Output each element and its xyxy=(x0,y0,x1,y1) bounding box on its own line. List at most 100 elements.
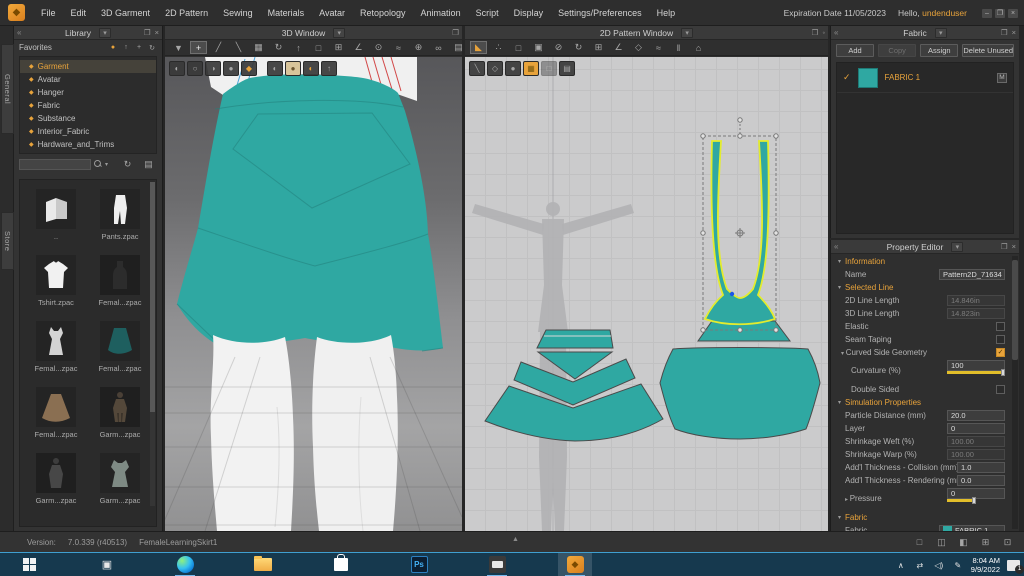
taskbar-clock[interactable]: 8:04 AM9/9/2022 xyxy=(971,556,1000,574)
garment-fabric-icon[interactable]: ◆ xyxy=(241,61,257,76)
add-button[interactable]: Add xyxy=(836,44,874,57)
shrinkage-weft-input[interactable]: 100.00 xyxy=(947,436,1005,447)
list-item[interactable]: .. xyxy=(24,189,88,241)
thickness-collision-input[interactable]: 1.0 xyxy=(957,462,1005,473)
menu-item-12[interactable]: Help xyxy=(657,8,676,18)
list-item[interactable]: Femal...zpac xyxy=(24,321,88,373)
tab-general[interactable]: General xyxy=(1,44,14,134)
task-view-button[interactable]: ▣ xyxy=(90,553,124,576)
screen-app-icon[interactable] xyxy=(480,553,514,576)
fold-tool-icon[interactable]: ↻ xyxy=(570,41,587,54)
prop-float-icon[interactable]: ❐ xyxy=(1001,242,1008,251)
section-information[interactable]: ▾Information xyxy=(831,255,1011,268)
layout-mix-icon[interactable]: ◧ xyxy=(955,536,972,549)
favorite-avatar[interactable]: Avatar xyxy=(20,73,156,86)
restore-button[interactable]: ❐ xyxy=(995,9,1005,18)
start-button[interactable] xyxy=(12,553,46,576)
favorite-garment[interactable]: Garment xyxy=(20,60,156,73)
particle-distance-input[interactable]: 20.0 xyxy=(947,410,1005,421)
menu-item-11[interactable]: Settings/Preferences xyxy=(558,8,642,18)
shrinkage-warp-input[interactable]: 100.00 xyxy=(947,449,1005,460)
search-icon[interactable] xyxy=(94,160,102,168)
refresh-library-icon[interactable]: ↻ xyxy=(119,158,136,171)
search-options-icon[interactable]: ▾ xyxy=(105,161,108,168)
avatar-texture-icon[interactable]: ◐ xyxy=(303,61,319,76)
menu-item-6[interactable]: Avatar xyxy=(319,8,345,18)
2d-window-dropdown-icon[interactable]: ▾ xyxy=(681,28,693,38)
copy-button[interactable]: Copy xyxy=(878,44,916,57)
file-explorer-icon[interactable] xyxy=(246,553,280,576)
store-app-icon[interactable] xyxy=(324,553,358,576)
collapse-bottom-icon[interactable]: ▲ xyxy=(512,536,519,543)
library-scrollbar[interactable] xyxy=(150,182,155,506)
select-move-icon[interactable]: + xyxy=(190,41,207,54)
back-skirt-patterns[interactable] xyxy=(660,321,820,439)
fabric-dropdown-icon[interactable]: ▾ xyxy=(935,28,947,38)
list-item[interactable]: Femal...zpac xyxy=(88,321,152,373)
favorite-substance[interactable]: Substance xyxy=(20,112,156,125)
move-avatar-icon[interactable]: ↑ xyxy=(290,41,307,54)
edit-texture-icon[interactable]: ╲ xyxy=(469,61,485,76)
mesh-select-icon[interactable]: ▦ xyxy=(250,41,267,54)
steam-tool-icon[interactable]: ≈ xyxy=(390,41,407,54)
grid-arrange-icon[interactable]: ⊞ xyxy=(330,41,347,54)
layer-input[interactable]: 0 xyxy=(947,423,1005,434)
curved-side-checkbox[interactable]: ✓ xyxy=(996,348,1005,357)
tab-store[interactable]: Store xyxy=(1,212,14,270)
list-item[interactable]: Tshirt.zpac xyxy=(24,255,88,307)
delete-unused-button[interactable]: Delete Unused xyxy=(962,44,1014,57)
curvature-input[interactable]: 100 xyxy=(947,360,1005,371)
transform-pattern-icon[interactable]: ◣ xyxy=(470,41,487,54)
fabric-swatch[interactable] xyxy=(858,68,878,88)
list-item[interactable]: Garm...zpac xyxy=(24,453,88,505)
list-item[interactable]: Pants.zpac xyxy=(88,189,152,241)
seam-tool-icon[interactable]: ≈ xyxy=(650,41,667,54)
show-avatar-icon[interactable]: ● xyxy=(285,61,301,76)
elastic-checkbox[interactable] xyxy=(996,322,1005,331)
list-item[interactable]: Femal...zpac xyxy=(24,387,88,439)
close-button[interactable]: × xyxy=(1008,9,1018,18)
snapshot-icon[interactable]: ⊡ xyxy=(999,536,1016,549)
prop-close-icon[interactable]: × xyxy=(1012,242,1016,251)
favorite-interior-fabric[interactable]: Interior_Fabric xyxy=(20,125,156,138)
garment-mesh-icon[interactable]: ◑ xyxy=(205,61,221,76)
search-input[interactable] xyxy=(19,159,91,170)
garment-dark-icon[interactable]: ● xyxy=(223,61,239,76)
pen-icon[interactable]: ✎ xyxy=(952,559,964,572)
3d-window-dropdown-icon[interactable]: ▾ xyxy=(333,28,345,38)
library-dropdown-icon[interactable]: ▾ xyxy=(99,28,111,38)
menu-item-5[interactable]: Materials xyxy=(268,8,305,18)
minimize-button[interactable]: – xyxy=(982,9,992,18)
dart-overlay-icon[interactable]: ◇ xyxy=(487,61,503,76)
tack-tool-icon[interactable]: ⊙ xyxy=(370,41,387,54)
section-fabric[interactable]: ▾Fabric xyxy=(831,511,1011,524)
garment-thick-icon[interactable]: ◐ xyxy=(169,61,185,76)
2d-pin-icon[interactable]: ◦ xyxy=(822,28,825,37)
texture-dark-icon[interactable]: ● xyxy=(505,61,521,76)
double-sided-checkbox[interactable] xyxy=(996,385,1005,394)
pin-tool-icon[interactable]: ╲ xyxy=(230,41,247,54)
menu-item-3[interactable]: 2D Pattern xyxy=(165,8,208,18)
list-item[interactable]: Garm...zpac xyxy=(88,453,152,505)
menu-item-1[interactable]: Edit xyxy=(71,8,87,18)
3d-viewport[interactable]: ◐○◑●◆ ◐●◐↑ xyxy=(165,57,462,531)
baseline-icon[interactable]: □ xyxy=(541,61,557,76)
rectangle-tool-icon[interactable]: ▣ xyxy=(530,41,547,54)
collapse-prop-icon[interactable]: « xyxy=(834,242,838,251)
simulate-icon[interactable]: ▼ xyxy=(170,41,187,54)
front-skirt-patterns[interactable] xyxy=(485,330,663,441)
menu-item-8[interactable]: Animation xyxy=(421,8,461,18)
fabric-float-icon[interactable]: ❐ xyxy=(1001,28,1008,37)
menu-item-7[interactable]: Retopology xyxy=(360,8,406,18)
notch-tool-icon[interactable]: ⊘ xyxy=(550,41,567,54)
2d-maximize-icon[interactable]: ❐ xyxy=(812,28,819,37)
section-selected-line[interactable]: ▾Selected Line xyxy=(831,281,1011,294)
marvelous-designer-app-icon[interactable]: ◆ xyxy=(558,553,592,576)
favorites-star-icon[interactable]: ● xyxy=(108,43,118,53)
section-simulation[interactable]: ▾Simulation Properties xyxy=(831,396,1011,409)
fabric-m-badge[interactable]: M xyxy=(997,73,1007,83)
username-link[interactable]: undenduser xyxy=(922,8,967,18)
pattern-color-icon[interactable]: ▦ xyxy=(523,61,539,76)
2d-viewport[interactable]: ╲◇●▦□▤ xyxy=(465,57,828,531)
volume-icon[interactable]: ◁) xyxy=(933,559,945,572)
